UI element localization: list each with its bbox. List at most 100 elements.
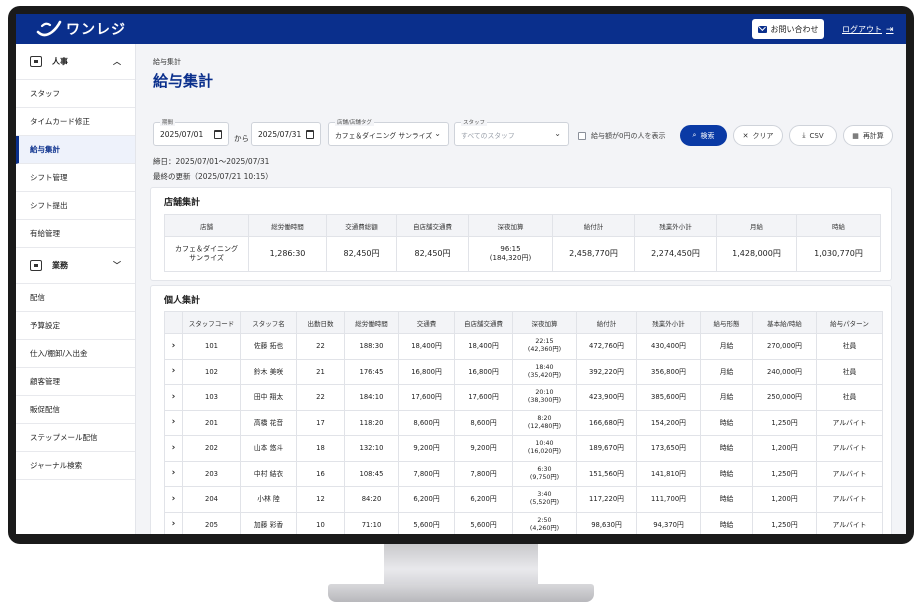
sidebar-item-paid-leave[interactable]: 有給管理 [16,220,135,248]
pay-pattern: アルバイト [816,460,883,487]
column-header: スタッフ名 [240,311,297,334]
chevron-right-icon[interactable]: › [164,511,183,534]
staff-code: 202 [182,435,241,462]
zero-pay-label: 給与額が0円の人を表示 [591,132,666,140]
column-header: 総労働時間 [344,311,399,334]
chevron-right-icon[interactable]: › [164,460,183,487]
search-label: 検索 [700,131,715,140]
pay-total: 166,680円 [576,409,637,436]
pay-total: 117,220円 [576,486,637,513]
sidebar: 人事 ︿ スタッフ タイムカード修正 給与集計 シフト管理 シフト提出 有給管理… [16,44,136,534]
total-hours: 188:30 [344,333,399,360]
contact-button[interactable]: お問い合わせ [752,19,824,39]
column-header: 深夜加算 [512,311,577,334]
staff-placeholder: すべてのスタッフ [461,132,515,140]
pay-total: 189,670円 [576,435,637,462]
period-label: 期間 [160,118,176,126]
logout-link[interactable]: ログアウト ⇥ [842,24,894,35]
transport-fee: 17,600円 [398,384,455,411]
column-header: 店舗 [164,214,249,237]
chevron-right-icon[interactable]: › [164,358,183,385]
sidebar-item-step-mail[interactable]: ステップメール配信 [16,424,135,452]
transport-fee: 6,200円 [398,486,455,513]
column-header: 給付計 [576,311,637,334]
search-button[interactable]: ⌕ 検索 [680,125,727,146]
store-label: 店舗/店舗タグ [335,118,374,126]
sidebar-item-inventory[interactable]: 仕入/棚卸/入出金 [16,340,135,368]
store-summary-header-row: 店舗 総労働時間 交通費総額 自店舗交通費 深夜加算 給付計 残業外小計 月給 … [164,214,881,237]
staff-select[interactable]: スタッフ すべてのスタッフ ⌄ [454,118,569,146]
sidebar-group-label: 人事 [52,57,68,66]
pay-type: 月給 [700,384,753,411]
column-header: 月給 [716,214,797,237]
logo-text: ワンレジ [66,22,126,38]
table-row[interactable]: › 201 高橋 花音 17 118:20 8,600円 8,600円 8:20 (12,48… [164,409,883,436]
chevron-right-icon[interactable]: › [164,435,183,462]
sidebar-item-shift-submit[interactable]: シフト提出 [16,192,135,220]
night-bonus: 3:40 (5,520円) [512,486,577,513]
base-pay: 1,250円 [752,460,817,487]
staff-name: 田中 翔太 [240,384,297,411]
sidebar-item-shift-management[interactable]: シフト管理 [16,164,135,192]
recalculate-button[interactable]: ▦ 再計算 [843,125,893,146]
chevron-right-icon[interactable]: › [164,333,183,360]
sidebar-item-journal[interactable]: ジャーナル検索 [16,452,135,480]
sidebar-item-budget[interactable]: 予算設定 [16,312,135,340]
sidebar-group-label: 業務 [52,261,68,270]
sidebar-group-hr[interactable]: 人事 ︿ [16,44,135,80]
chevron-right-icon[interactable]: › [164,384,183,411]
logo[interactable]: ワンレジ [36,19,126,39]
calendar-icon[interactable] [214,130,222,139]
sidebar-item-staff[interactable]: スタッフ [16,80,135,108]
work-days: 22 [296,333,345,360]
zero-pay-checkbox[interactable]: 給与額が0円の人を表示 [578,131,665,141]
logo-icon [36,20,62,37]
monitor-stand [328,584,594,602]
table-row[interactable]: › 102 鈴木 美咲 21 176:45 16,800円 16,800円 18:40 (35… [164,358,883,385]
calendar-icon[interactable] [306,130,314,139]
sidebar-item-promotion[interactable]: 販促配信 [16,396,135,424]
store-summary-title: 店舗集計 [164,198,201,208]
night-bonus: 96:15 (184,320円) [468,236,553,272]
chevron-right-icon[interactable]: › [164,409,183,436]
transport-fee: 16,800円 [398,358,455,385]
sidebar-item-payroll[interactable]: 給与集計 [16,136,135,164]
pay-total: 151,560円 [576,460,637,487]
table-row[interactable]: › 103 田中 翔太 22 184:10 17,600円 17,600円 20:10 (38… [164,384,883,411]
table-row[interactable]: › 205 加藤 彩香 10 71:10 5,600円 5,600円 2:50 (4,260円… [164,511,883,534]
table-row[interactable]: › 101 佐藤 拓也 22 188:30 18,400円 18,400円 22:15 (42… [164,333,883,360]
column-header: 給与形態 [700,311,753,334]
checkbox-box[interactable] [578,132,586,140]
start-date-field[interactable]: 期間 2025/07/01 [153,118,229,146]
sidebar-item-customers[interactable]: 顧客管理 [16,368,135,396]
staff-label: スタッフ [461,118,488,126]
table-row[interactable]: › 203 中村 結衣 16 108:45 7,800円 7,800円 6:30 (9,750… [164,460,883,487]
close-icon: ✕ [742,131,749,140]
base-pay: 1,200円 [752,486,817,513]
clear-button[interactable]: ✕ クリア [733,125,783,146]
base-pay: 1,250円 [752,409,817,436]
total-hours: 84:20 [344,486,399,513]
store-select[interactable]: 店舗/店舗タグ カフェ＆ダイニング サンライズ ⌄ [328,118,449,146]
store-summary-table: 店舗 総労働時間 交通費総額 自店舗交通費 深夜加算 給付計 残業外小計 月給 … [164,214,881,272]
chevron-up-icon: ︿ [113,57,121,66]
staff-name: 鈴木 美咲 [240,358,297,385]
table-row[interactable]: › 204 小林 陸 12 84:20 6,200円 6,200円 3:40 (5,520円)… [164,486,883,513]
csv-button[interactable]: ⤓ CSV [789,125,837,146]
clear-label: クリア [752,131,774,140]
store-summary-row: カフェ＆ダイニング サンライズ 1,286:30 82,450円 82,450円… [164,236,881,272]
sidebar-item-timecard[interactable]: タイムカード修正 [16,108,135,136]
sidebar-item-distribution[interactable]: 配信 [16,284,135,312]
sidebar-group-operations[interactable]: 業務 ﹀ [16,248,135,284]
pay-type: 月給 [700,358,753,385]
pay-total: 392,220円 [576,358,637,385]
chevron-right-icon[interactable]: › [164,486,183,513]
end-date-field[interactable]: 2025/07/31 [251,122,321,146]
csv-label: CSV [809,131,824,140]
transport-total: 82,450円 [326,236,397,272]
own-transport-fee: 8,600円 [454,409,513,436]
overtime-subtotal: 430,400円 [636,333,701,360]
table-row[interactable]: › 202 山本 悠斗 18 132:10 9,200円 9,200円 10:40 (16,0… [164,435,883,462]
monthly-total: 1,428,000円 [716,236,797,272]
staff-name: 佐藤 拓也 [240,333,297,360]
